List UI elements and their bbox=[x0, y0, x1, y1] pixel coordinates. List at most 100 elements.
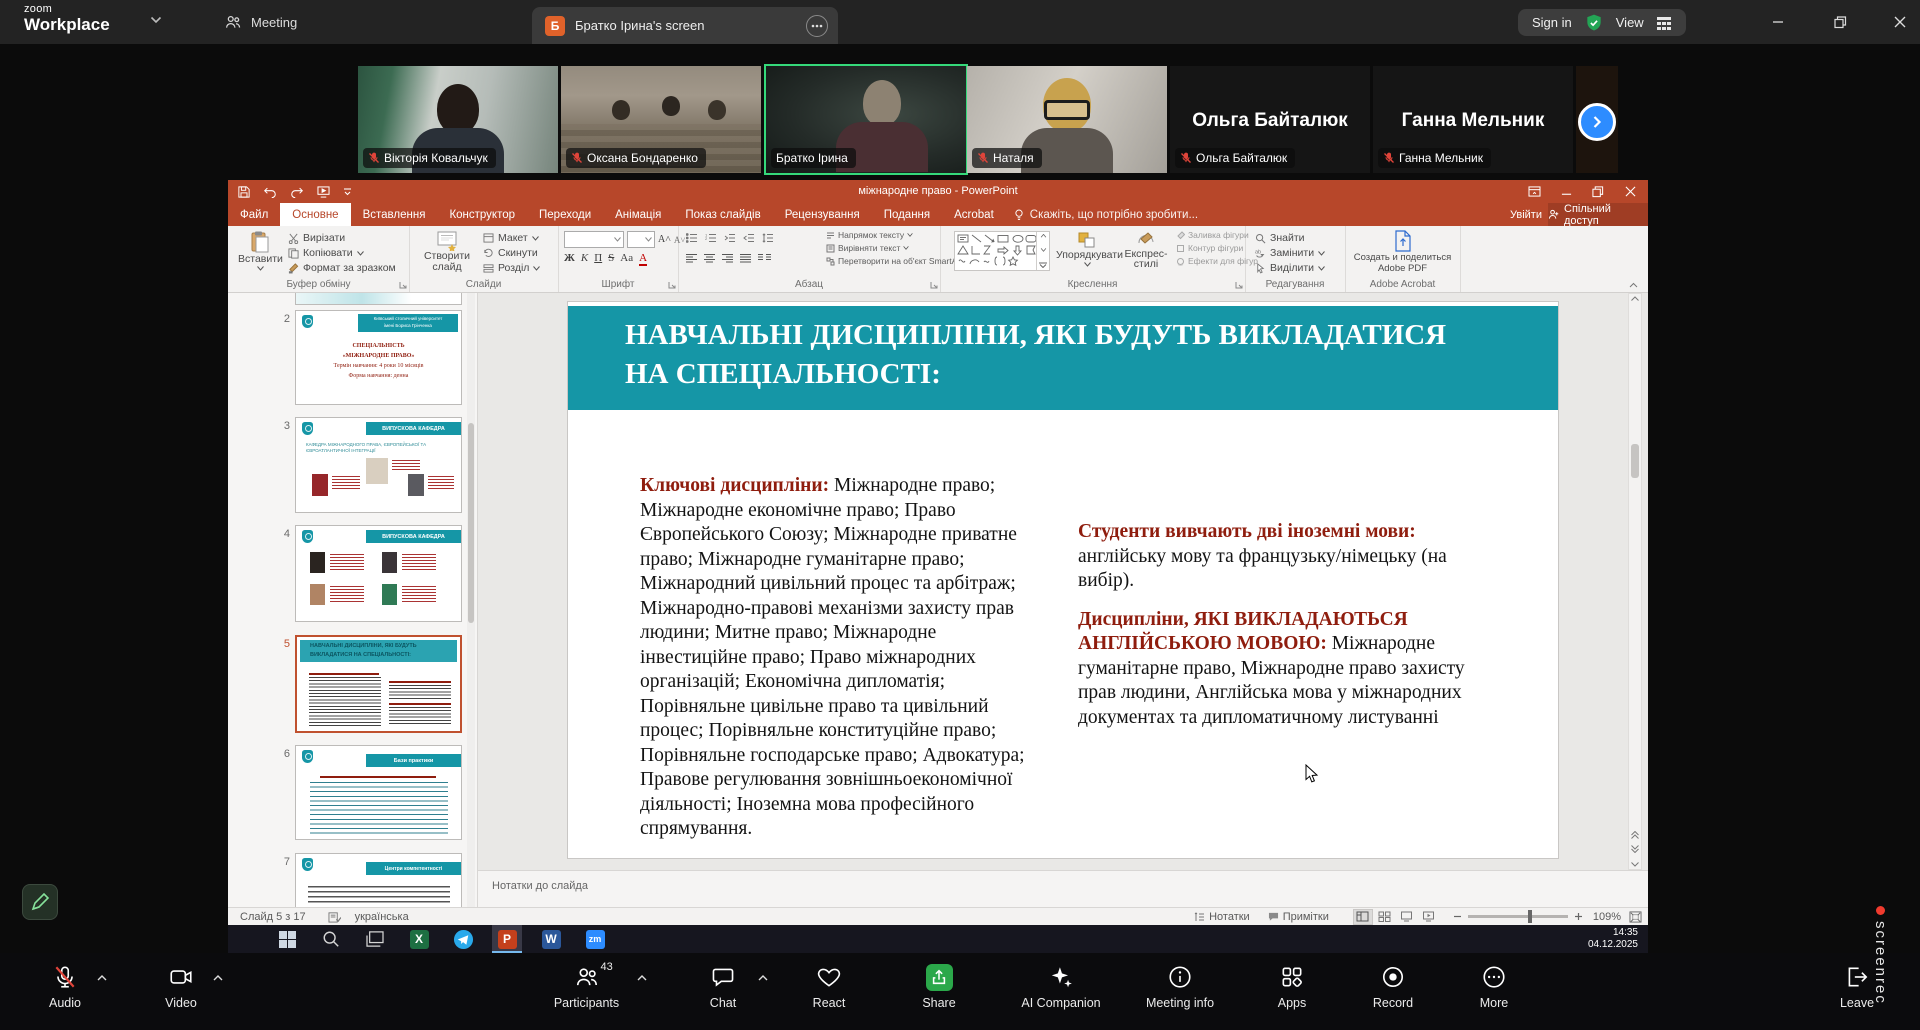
participants-button[interactable]: 43 Participants bbox=[524, 961, 649, 1010]
zoom-out-button[interactable] bbox=[1453, 912, 1462, 921]
window-minimize-button[interactable] bbox=[1756, 0, 1800, 44]
paragraph-dialog-launcher-icon[interactable] bbox=[930, 281, 938, 289]
audio-button[interactable]: Audio bbox=[17, 961, 113, 1010]
scroll-up-icon[interactable] bbox=[1629, 296, 1641, 301]
format-painter-button[interactable]: Формат за зразком bbox=[288, 262, 396, 274]
paste-button[interactable]: Вставити bbox=[238, 231, 282, 271]
grow-font-icon[interactable]: A˄ bbox=[658, 234, 671, 245]
slide-editor[interactable]: НАВЧАЛЬНІ ДИСЦИПЛІНИ, ЯКІ БУДУТЬ ВИКЛАДА… bbox=[478, 293, 1648, 870]
font-dialog-launcher-icon[interactable] bbox=[668, 281, 676, 289]
audio-options-caret[interactable] bbox=[97, 975, 107, 981]
annotate-button[interactable] bbox=[22, 884, 58, 920]
chat-button[interactable]: Chat bbox=[668, 961, 778, 1010]
shapes-gallery[interactable] bbox=[954, 231, 1050, 271]
slide-thumbnail-partial[interactable] bbox=[295, 293, 462, 305]
telegram-icon[interactable] bbox=[448, 925, 478, 953]
zoom-app-icon[interactable]: zm bbox=[580, 925, 610, 953]
notes-pane[interactable]: Нотатки до слайда bbox=[478, 870, 1648, 907]
zoom-slider-thumb[interactable] bbox=[1528, 910, 1532, 923]
collapse-ribbon-icon[interactable] bbox=[1629, 282, 1638, 288]
replace-button[interactable]: abЗамінити bbox=[1255, 247, 1325, 259]
office-sign-in-button[interactable]: Увійти bbox=[1510, 203, 1542, 226]
previous-slide-icon[interactable] bbox=[1629, 831, 1641, 839]
layout-button[interactable]: Макет bbox=[483, 232, 540, 244]
tab-slideshow[interactable]: Показ слайдів bbox=[673, 203, 772, 226]
copy-button[interactable]: Копіювати bbox=[288, 247, 396, 259]
clipboard-dialog-launcher-icon[interactable] bbox=[399, 281, 407, 289]
slide-title-band[interactable]: НАВЧАЛЬНІ ДИСЦИПЛІНИ, ЯКІ БУДУТЬ ВИКЛАДА… bbox=[568, 306, 1558, 410]
tab-transitions[interactable]: Переходи bbox=[527, 203, 603, 226]
scrollbar-thumb[interactable] bbox=[468, 423, 474, 623]
tab-home[interactable]: Основне bbox=[280, 203, 350, 226]
chat-options-caret[interactable] bbox=[758, 975, 768, 981]
arrange-button[interactable]: Упорядкувати bbox=[1056, 231, 1118, 267]
video-tile-active-speaker[interactable]: Братко Ірина bbox=[764, 64, 968, 175]
slide-right-column[interactable]: Студенти вивчають дві іноземні мови: анг… bbox=[1078, 520, 1482, 730]
section-button[interactable]: Розділ bbox=[483, 262, 540, 274]
video-tile[interactable]: Оксана Бондаренко bbox=[561, 66, 761, 173]
list-indent-buttons[interactable]: 12 bbox=[686, 233, 774, 243]
tab-review[interactable]: Рецензування bbox=[773, 203, 872, 226]
share-button[interactable]: Share bbox=[891, 961, 987, 1010]
tab-insert[interactable]: Вставлення bbox=[351, 203, 438, 226]
meeting-info-button[interactable]: Meeting info bbox=[1120, 961, 1240, 1010]
proofing-icon[interactable] bbox=[328, 911, 341, 923]
next-page-videos-button[interactable] bbox=[1578, 103, 1616, 141]
normal-view-button[interactable] bbox=[1353, 909, 1373, 925]
font-size-combobox[interactable] bbox=[627, 231, 655, 248]
create-pdf-button[interactable]: Создать и поделиться Adobe PDF bbox=[1353, 230, 1452, 274]
select-button[interactable]: Виділити bbox=[1255, 262, 1325, 274]
change-case-button[interactable]: Aa bbox=[620, 252, 633, 264]
slide-thumbnail-pane[interactable]: 2 Київський столичний університет імені … bbox=[228, 293, 478, 907]
scroll-down-icon[interactable] bbox=[1629, 862, 1641, 867]
new-slide-button[interactable]: Створити слайд bbox=[417, 231, 477, 273]
leave-button[interactable]: Leave bbox=[1809, 961, 1905, 1010]
ppt-restore-button[interactable] bbox=[1582, 180, 1614, 203]
reading-view-button[interactable] bbox=[1397, 909, 1417, 925]
start-button[interactable] bbox=[272, 925, 302, 953]
strikethrough-button[interactable]: S bbox=[608, 252, 614, 264]
tab-more-icon[interactable] bbox=[806, 15, 828, 37]
react-button[interactable]: React bbox=[781, 961, 877, 1010]
view-grid-icon[interactable] bbox=[1656, 15, 1672, 31]
video-tile[interactable]: Вікторія Ковальчук bbox=[358, 66, 558, 173]
slide-sorter-view-button[interactable] bbox=[1375, 909, 1395, 925]
reset-button[interactable]: Скинути bbox=[483, 247, 540, 259]
thumbnail-pane-scrollbar[interactable] bbox=[467, 293, 475, 907]
slide-thumbnail-3[interactable]: ВИПУСКОВА КАФЕДРА КАФЕДРА МІЖНАРОДНОГО П… bbox=[295, 417, 462, 513]
taskbar-clock[interactable]: 14:35 04.12.2025 bbox=[1588, 927, 1648, 951]
tab-shared-screen[interactable]: Б Братко Ірина's screen bbox=[532, 7, 838, 44]
video-tile[interactable]: Наталя bbox=[967, 66, 1167, 173]
next-slide-icon[interactable] bbox=[1629, 845, 1641, 853]
slide-thumbnail-4[interactable]: ВИПУСКОВА КАФЕДРА bbox=[295, 525, 462, 622]
window-close-button[interactable] bbox=[1878, 0, 1920, 44]
zoom-percentage[interactable]: 109% bbox=[1593, 911, 1621, 923]
scrollbar-thumb[interactable] bbox=[1631, 444, 1639, 478]
chevron-down-icon[interactable] bbox=[150, 16, 162, 24]
office-share-button[interactable]: Спільний доступ bbox=[1548, 203, 1648, 226]
notes-toggle[interactable]: Нотатки bbox=[1194, 911, 1250, 923]
tab-view[interactable]: Подання bbox=[872, 203, 942, 226]
slide-thumbnail-2[interactable]: Київський столичний університет імені Бо… bbox=[295, 310, 462, 405]
task-view-icon[interactable] bbox=[360, 925, 390, 953]
search-icon[interactable] bbox=[316, 925, 346, 953]
drawing-dialog-launcher-icon[interactable] bbox=[1235, 281, 1243, 289]
powerpoint-icon[interactable]: P bbox=[492, 925, 522, 953]
alignment-buttons[interactable] bbox=[686, 253, 771, 263]
zoom-slider[interactable] bbox=[1468, 915, 1568, 918]
record-button[interactable]: Record bbox=[1345, 961, 1441, 1010]
slide-thumbnail-5-selected[interactable]: НАВЧАЛЬНІ ДИСЦИПЛІНИ, ЯКІ БУДУТЬ ВИКЛАДА… bbox=[295, 635, 462, 733]
tab-design[interactable]: Конструктор bbox=[437, 203, 527, 226]
ribbon-display-options-icon[interactable] bbox=[1518, 180, 1550, 203]
tab-animations[interactable]: Анімація bbox=[603, 203, 673, 226]
slide-thumbnail-7[interactable]: Центри компетентності bbox=[295, 853, 462, 907]
sign-in-button[interactable]: Sign in bbox=[1532, 15, 1572, 30]
video-options-caret[interactable] bbox=[213, 975, 223, 981]
more-button[interactable]: More bbox=[1446, 961, 1542, 1010]
participants-options-caret[interactable] bbox=[637, 975, 647, 981]
ppt-minimize-button[interactable] bbox=[1550, 180, 1582, 203]
apps-button[interactable]: Apps bbox=[1244, 961, 1340, 1010]
slide-left-column[interactable]: Ключові дисципліни: Міжнародне право; Мі… bbox=[640, 474, 1042, 842]
ppt-close-button[interactable] bbox=[1614, 180, 1646, 203]
quick-styles-button[interactable]: Експрес-стилі bbox=[1120, 231, 1172, 269]
